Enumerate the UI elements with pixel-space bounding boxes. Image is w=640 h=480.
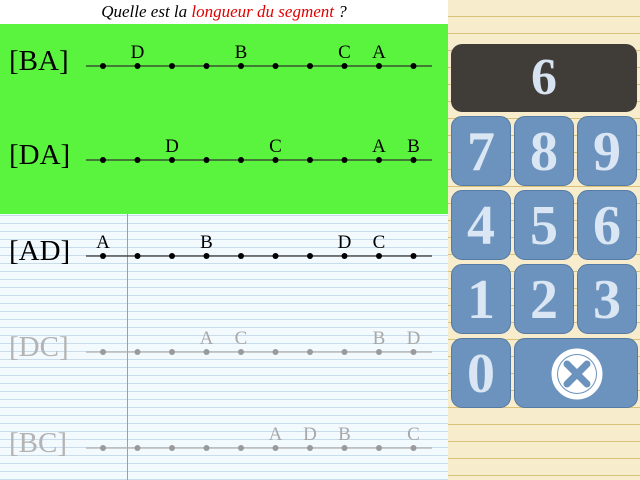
point-letter: B (200, 232, 213, 253)
graduation-point (376, 349, 382, 355)
graduation-point (134, 445, 141, 451)
clear-button[interactable] (514, 338, 638, 408)
point-letter: A (372, 42, 386, 63)
graduation-point (238, 349, 244, 355)
point-letter: D (303, 424, 317, 445)
graduation-point (272, 349, 279, 355)
key-2[interactable]: 2 (514, 264, 574, 334)
graduation-point (238, 445, 244, 451)
graduation-point (307, 157, 313, 163)
graduation-point (341, 253, 348, 259)
graduation-point (169, 157, 175, 163)
point-letter: D (131, 42, 145, 63)
point-letter: B (338, 424, 351, 445)
graduation-point (410, 63, 417, 69)
graduation-point (238, 253, 244, 259)
number-line: A B DC (86, 232, 432, 259)
graduation-point (100, 445, 106, 451)
question-accent-text: longueur du segment (191, 2, 334, 21)
graduation-point (341, 349, 348, 355)
graduation-point (376, 157, 382, 163)
graduation-point (376, 445, 382, 451)
graduation-point (169, 253, 175, 259)
question-title: Quelle est la longueur du segment ? (0, 0, 448, 24)
clear-x-icon (551, 348, 603, 400)
graduation-point (169, 63, 175, 69)
graduation-point (134, 157, 141, 163)
graduation-point (134, 253, 141, 259)
point-letter: A (200, 328, 214, 349)
number-line: D B CA (86, 42, 432, 69)
question-text: Quelle est la (101, 2, 192, 21)
number-line: D C AB (86, 136, 432, 163)
point-letter: B (407, 136, 420, 157)
point-letter: D (165, 136, 179, 157)
graduation-point (307, 445, 313, 451)
graduation-point (410, 445, 417, 451)
key-1[interactable]: 1 (451, 264, 511, 334)
point-letter: B (373, 328, 386, 349)
point-letter: B (235, 42, 248, 63)
graduation-point (169, 445, 175, 451)
graduation-point (134, 349, 141, 355)
segment-row: [DC] A C B D (0, 326, 448, 376)
graduation-point (100, 349, 106, 355)
graduation-point (203, 445, 210, 451)
graduation-point (203, 253, 210, 259)
segment-row: [BC] A D B C (0, 422, 448, 472)
question-suffix: ? (334, 2, 347, 21)
segment-row: [DA] D C A B (0, 134, 448, 184)
graduation-point (134, 63, 141, 69)
graduation-point (376, 63, 382, 69)
graduation-point (410, 253, 417, 259)
answer-display: 6 (451, 44, 637, 112)
key-9[interactable]: 9 (577, 116, 637, 186)
graduation-point (410, 349, 417, 355)
point-letter: A (96, 232, 110, 253)
graduation-point (238, 63, 244, 69)
graduation-point (272, 63, 279, 69)
graduation-point (100, 253, 106, 259)
point-letter: D (407, 328, 421, 349)
point-letter: C (373, 232, 386, 253)
point-letter: C (269, 136, 282, 157)
point-letter: C (407, 424, 420, 445)
graduation-point (341, 445, 348, 451)
number-line: AC BD (86, 328, 432, 355)
point-letter: C (338, 42, 351, 63)
key-4[interactable]: 4 (451, 190, 511, 260)
graduation-point (307, 63, 313, 69)
segment-row: [BA] D B C A (0, 40, 448, 90)
graduation-point (341, 63, 348, 69)
number-line: ADB C (86, 424, 432, 451)
point-letter: C (235, 328, 248, 349)
exercise-panel: Quelle est la longueur du segment ? [BA]… (0, 0, 448, 480)
key-7[interactable]: 7 (451, 116, 511, 186)
segment-row: [AD] A B D C (0, 230, 448, 280)
graduation-point (307, 349, 313, 355)
graduation-point (272, 157, 279, 163)
graduation-point (272, 253, 279, 259)
graduation-point (203, 157, 210, 163)
key-5[interactable]: 5 (514, 190, 574, 260)
key-0[interactable]: 0 (451, 338, 511, 408)
graduation-point (203, 349, 210, 355)
key-3[interactable]: 3 (577, 264, 637, 334)
point-letter: A (269, 424, 283, 445)
graduation-point (100, 157, 106, 163)
graduation-point (272, 445, 279, 451)
key-6[interactable]: 6 (577, 190, 637, 260)
graduation-point (307, 253, 313, 259)
graduation-point (410, 157, 417, 163)
graduation-point (203, 63, 210, 69)
key-8[interactable]: 8 (514, 116, 574, 186)
graduation-point (341, 157, 348, 163)
point-letter: A (372, 136, 386, 157)
graduation-point (238, 157, 244, 163)
point-letter: D (338, 232, 352, 253)
graduation-point (169, 349, 175, 355)
graduation-point (100, 63, 106, 69)
graduation-point (376, 253, 382, 259)
